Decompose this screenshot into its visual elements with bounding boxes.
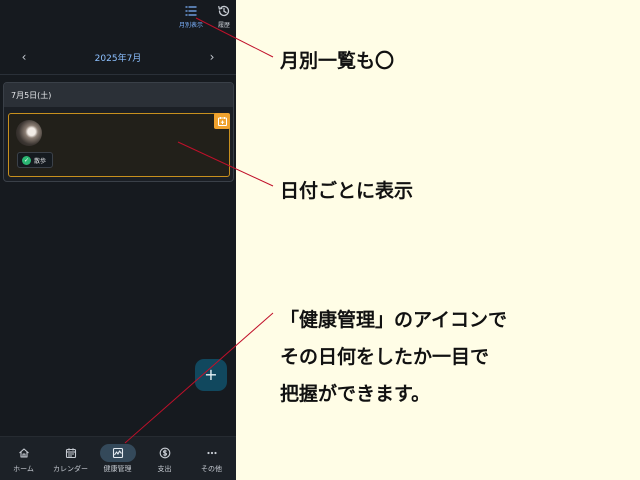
- monthly-view-label: 月別表示: [178, 22, 203, 29]
- divider: [0, 74, 236, 75]
- more-icon: [206, 451, 217, 455]
- check-icon: ✓: [22, 155, 31, 165]
- nav-label-more: その他: [201, 465, 222, 473]
- current-month-label: 2025年7月: [94, 53, 142, 64]
- top-bar: 月別表示 履歴: [0, 0, 236, 40]
- nav-item-expense[interactable]: 支出: [141, 437, 188, 480]
- dollar-icon: [159, 447, 170, 459]
- home-icon: [18, 448, 29, 458]
- health-record-icon: [214, 113, 230, 129]
- annotation-health-line: その日何をしたか一目で: [280, 346, 490, 368]
- activity-badge-label: 散歩: [34, 157, 47, 165]
- history-label: 履歴: [217, 22, 230, 29]
- add-record-button[interactable]: +: [195, 359, 227, 391]
- annotation-health-line: 「健康管理」のアイコンで: [280, 309, 508, 331]
- nav-item-more[interactable]: その他: [188, 437, 235, 480]
- history-button[interactable]: 履歴: [209, 4, 236, 32]
- prev-month-button[interactable]: ‹: [18, 50, 30, 64]
- month-navigator: ‹ 2025年7月 ›: [0, 46, 236, 68]
- calendar-icon: [65, 448, 76, 459]
- day-date-header: 7月5日(土): [4, 83, 233, 107]
- annotation-monthly: 月別一覧も〇: [280, 50, 395, 72]
- history-icon: [218, 5, 230, 17]
- list-icon: [185, 6, 197, 16]
- monthly-view-button[interactable]: 月別表示: [176, 4, 206, 32]
- nav-label-home: ホーム: [13, 465, 34, 473]
- nav-item-calendar[interactable]: カレンダー: [47, 437, 94, 480]
- nav-label-calendar: カレンダー: [53, 465, 88, 473]
- annotation-health: 「健康管理」のアイコンで その日何をしたか一目で 把握ができます。: [280, 302, 507, 413]
- annotation-health-line: 把握ができます。: [280, 383, 431, 405]
- nav-item-health[interactable]: 健康管理: [94, 437, 141, 480]
- annotation-daily: 日付ごとに表示: [280, 180, 414, 202]
- nav-label-expense: 支出: [157, 465, 172, 473]
- next-month-button[interactable]: ›: [206, 50, 218, 64]
- pet-avatar: [16, 120, 42, 146]
- day-card: 7月5日(土) ✓ 散歩: [3, 82, 234, 182]
- nav-label-health: 健康管理: [103, 465, 132, 473]
- nav-item-home[interactable]: ホーム: [0, 437, 47, 480]
- activity-badge: ✓ 散歩: [17, 152, 54, 168]
- day-record-card[interactable]: ✓ 散歩: [8, 113, 230, 177]
- health-icon: [112, 447, 123, 459]
- app-screen: 月別表示 履歴 ‹ 2025年7月 › 7月5日(土) ✓ 散歩 + ホーム カ…: [0, 0, 236, 480]
- bottom-navigation: ホーム カレンダー 健康管理 支出 その他: [0, 436, 236, 480]
